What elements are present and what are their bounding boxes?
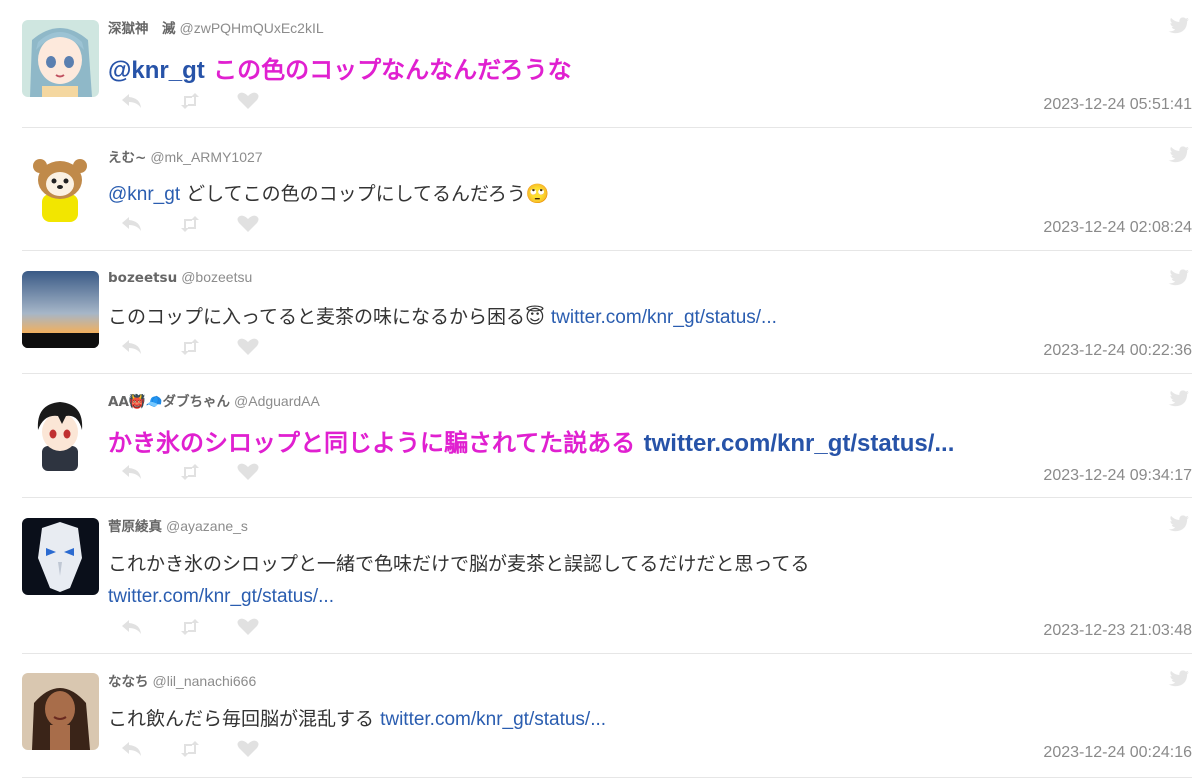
tweet-body: これかき氷のシロップと一緒で色味だけで脳が麦茶と誤認してるだけだと思ってる: [108, 553, 810, 575]
twitter-bird-icon[interactable]: [1168, 17, 1190, 35]
user-handle[interactable]: @lil_nanachi666: [153, 673, 257, 689]
retweet-icon[interactable]: [178, 463, 236, 483]
heart-icon[interactable]: [236, 618, 294, 638]
heart-icon[interactable]: [236, 463, 294, 483]
tweet-timestamp[interactable]: 2023-12-24 02:08:24: [1043, 219, 1192, 237]
user-line: 深獄神 滅 @zwPQHmQUxEc2kIL: [108, 17, 324, 37]
display-name[interactable]: 深獄神 滅: [108, 21, 176, 37]
user-handle[interactable]: @zwPQHmQUxEc2kIL: [180, 20, 324, 36]
tweet-item: bozeetsu @bozeetsu このコップに入ってると麦茶の味になるから困る…: [0, 251, 1200, 374]
user-line: えむ~ @mk_ARMY1027: [108, 146, 263, 166]
tweet-timestamp[interactable]: 2023-12-23 21:03:48: [1043, 622, 1192, 640]
user-line: ななち @lil_nanachi666: [108, 670, 256, 690]
reply-icon[interactable]: [120, 338, 178, 358]
tweet-body: このコップに入ってると麦茶の味になるから困る😇: [108, 306, 545, 328]
tweet-feed: 深獄神 滅 @zwPQHmQUxEc2kIL @knr_gt この色のコップなんな…: [0, 0, 1200, 784]
user-line: 菅原綾真 @ayazane_s: [108, 515, 248, 535]
user-handle[interactable]: @bozeetsu: [181, 269, 252, 285]
tweet-item: 深獄神 滅 @zwPQHmQUxEc2kIL @knr_gt この色のコップなんな…: [0, 0, 1200, 128]
user-line: bozeetsu @bozeetsu: [108, 269, 252, 286]
divider: [22, 777, 1192, 778]
display-name[interactable]: AA👹🧢ダブちゃん: [108, 394, 230, 410]
tweet-text: かき氷のシロップと同じように騙されてた説ある twitter.com/knr_g…: [108, 423, 954, 458]
status-link[interactable]: twitter.com/knr_gt/status/...: [380, 709, 606, 730]
tweet-text: これかき氷のシロップと一緒で色味だけで脳が麦茶と誤認してるだけだと思ってる tw…: [108, 548, 1108, 613]
tweet-item: ななち @lil_nanachi666 これ飲んだら毎回脳が混乱する twitte…: [0, 654, 1200, 778]
display-name[interactable]: えむ~: [108, 150, 146, 166]
tweet-item: AA👹🧢ダブちゃん @AdguardAA かき氷のシロップと同じように騙されてた説…: [0, 374, 1200, 498]
tweet-text: @knr_gt どしてこの色のコップにしてるんだろう🙄: [108, 179, 550, 206]
tweet-timestamp[interactable]: 2023-12-24 09:34:17: [1043, 467, 1192, 485]
twitter-bird-icon[interactable]: [1168, 269, 1190, 287]
reply-icon[interactable]: [120, 215, 178, 235]
tweet-item: 菅原綾真 @ayazane_s これかき氷のシロップと一緒で色味だけで脳が麦茶と誤…: [0, 498, 1200, 654]
avatar[interactable]: [22, 394, 99, 471]
tweet-body: どしてこの色のコップにしてるんだろう🙄: [186, 183, 550, 205]
retweet-icon[interactable]: [178, 740, 236, 760]
twitter-bird-icon[interactable]: [1168, 390, 1190, 408]
display-name[interactable]: 菅原綾真: [108, 519, 162, 535]
user-handle[interactable]: @AdguardAA: [234, 393, 320, 409]
avatar[interactable]: [22, 518, 99, 595]
tweet-actions: [120, 740, 294, 760]
tweet-timestamp[interactable]: 2023-12-24 00:24:16: [1043, 744, 1192, 762]
heart-icon[interactable]: [236, 338, 294, 358]
tweet-actions: [120, 92, 294, 112]
user-handle[interactable]: @ayazane_s: [166, 518, 248, 534]
user-line: AA👹🧢ダブちゃん @AdguardAA: [108, 390, 320, 410]
heart-icon[interactable]: [236, 215, 294, 235]
reply-icon[interactable]: [120, 618, 178, 638]
retweet-icon[interactable]: [178, 215, 236, 235]
twitter-bird-icon[interactable]: [1168, 146, 1190, 164]
tweet-body: この色のコップなんなんだろうな: [213, 56, 572, 84]
retweet-icon[interactable]: [178, 338, 236, 358]
twitter-bird-icon[interactable]: [1168, 670, 1190, 688]
reply-icon[interactable]: [120, 463, 178, 483]
mention-link[interactable]: @knr_gt: [108, 184, 180, 205]
retweet-icon[interactable]: [178, 92, 236, 112]
avatar[interactable]: [22, 271, 99, 348]
tweet-actions: [120, 463, 294, 483]
avatar[interactable]: [22, 20, 99, 97]
reply-icon[interactable]: [120, 740, 178, 760]
status-link[interactable]: twitter.com/knr_gt/status/...: [108, 586, 334, 607]
status-link[interactable]: twitter.com/knr_gt/status/...: [551, 307, 777, 328]
avatar[interactable]: [22, 148, 99, 225]
mention-link[interactable]: @knr_gt: [108, 57, 205, 84]
tweet-actions: [120, 338, 294, 358]
heart-icon[interactable]: [236, 740, 294, 760]
display-name[interactable]: ななち: [108, 674, 149, 690]
display-name[interactable]: bozeetsu: [108, 270, 177, 286]
tweet-body: これ飲んだら毎回脳が混乱する: [108, 708, 375, 730]
tweet-item: えむ~ @mk_ARMY1027 @knr_gt どしてこの色のコップにしてるんだ…: [0, 128, 1200, 251]
user-handle[interactable]: @mk_ARMY1027: [150, 149, 262, 165]
tweet-timestamp[interactable]: 2023-12-24 05:51:41: [1043, 96, 1192, 114]
heart-icon[interactable]: [236, 92, 294, 112]
retweet-icon[interactable]: [178, 618, 236, 638]
status-link[interactable]: twitter.com/knr_gt/status/...: [644, 430, 955, 457]
tweet-text: これ飲んだら毎回脳が混乱する twitter.com/knr_gt/status…: [108, 704, 606, 731]
tweet-text: このコップに入ってると麦茶の味になるから困る😇 twitter.com/knr_…: [108, 302, 777, 329]
tweet-body: かき氷のシロップと同じように騙されてた説ある: [108, 429, 636, 457]
tweet-actions: [120, 215, 294, 235]
reply-icon[interactable]: [120, 92, 178, 112]
tweet-actions: [120, 618, 294, 638]
avatar[interactable]: [22, 673, 99, 750]
tweet-text: @knr_gt この色のコップなんなんだろうな: [108, 50, 572, 85]
tweet-timestamp[interactable]: 2023-12-24 00:22:36: [1043, 342, 1192, 360]
twitter-bird-icon[interactable]: [1168, 515, 1190, 533]
